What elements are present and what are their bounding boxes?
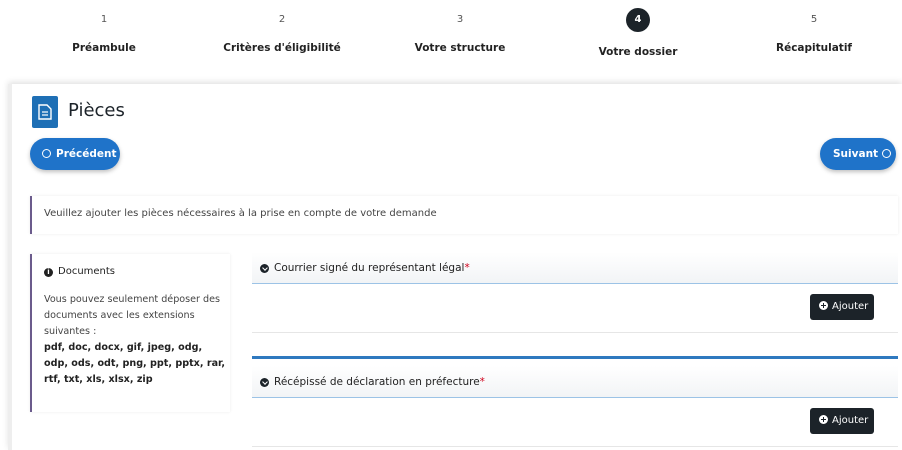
section-title: Récépissé de déclaration en préfecture*	[274, 376, 485, 388]
form-card: Pièces Précédent Suivant Veuillez ajoute…	[8, 84, 902, 450]
add-label: Ajouter	[832, 415, 869, 426]
step-1[interactable]: 1 Préambule	[14, 8, 194, 54]
step-2[interactable]: 2 Critères d'éligibilité	[192, 8, 372, 54]
add-button[interactable]: Ajouter	[810, 294, 874, 320]
chevron-down-icon	[260, 378, 269, 387]
step-label: Votre structure	[414, 42, 506, 54]
step-label: Critères d'éligibilité	[223, 42, 341, 54]
section-title-text: Courrier signé du représentant légal	[274, 262, 465, 274]
page-title: Pièces	[68, 100, 125, 121]
step-5[interactable]: 5 Récapitulatif	[724, 8, 902, 54]
step-4-active[interactable]: 4 Votre dossier	[548, 8, 728, 58]
plus-circle-icon	[819, 415, 828, 424]
required-mark: *	[464, 262, 470, 274]
documents-description: Vous pouvez seulement déposer des docume…	[44, 294, 221, 337]
chevron-down-icon	[260, 264, 269, 273]
step-label: Préambule	[72, 42, 136, 54]
add-label: Ajouter	[832, 301, 869, 312]
previous-button[interactable]: Précédent	[30, 138, 120, 170]
arrow-left-circle-icon	[42, 149, 51, 158]
info-text: Veuillez ajouter les pièces nécessaires …	[44, 208, 437, 219]
info-icon: i	[44, 268, 53, 277]
info-message: Veuillez ajouter les pièces nécessaires …	[30, 196, 898, 234]
upload-section-courrier: Courrier signé du représentant légal* Aj…	[252, 252, 898, 336]
documents-extensions: pdf, doc, docx, gif, jpeg, odg, odp, ods…	[44, 342, 226, 385]
documents-title-text: Documents	[58, 266, 116, 277]
step-label: Votre dossier	[598, 46, 678, 58]
step-3[interactable]: 3 Votre structure	[370, 8, 550, 54]
next-button[interactable]: Suivant	[820, 138, 896, 170]
step-number: 4	[626, 8, 650, 32]
next-label: Suivant	[833, 148, 879, 160]
document-icon	[32, 96, 58, 128]
step-number: 5	[810, 14, 818, 25]
divider	[252, 446, 898, 447]
previous-label: Précédent	[56, 148, 117, 160]
section-header[interactable]: Récépissé de déclaration en préfecture*	[252, 366, 898, 398]
divider	[252, 332, 898, 333]
arrow-right-circle-icon	[882, 149, 892, 158]
upload-section-recepisse: Récépissé de déclaration en préfecture* …	[252, 366, 898, 450]
step-number: 2	[278, 14, 286, 25]
plus-circle-icon	[819, 301, 828, 310]
section-title-text: Récépissé de déclaration en préfecture	[274, 376, 480, 388]
add-button[interactable]: Ajouter	[810, 408, 874, 434]
section-header[interactable]: Courrier signé du représentant légal*	[252, 252, 898, 284]
documents-panel: i Documents Vous pouvez seulement déposer…	[30, 254, 230, 412]
documents-title: i Documents	[44, 266, 115, 277]
step-number: 3	[456, 14, 464, 25]
section-title: Courrier signé du représentant légal*	[274, 262, 470, 274]
stepper: 1 Préambule 2 Critères d'éligibilité 3 V…	[0, 0, 902, 80]
step-label: Récapitulatif	[776, 42, 852, 54]
section-separator	[252, 356, 898, 359]
required-mark: *	[479, 376, 485, 388]
step-number: 1	[100, 14, 108, 25]
